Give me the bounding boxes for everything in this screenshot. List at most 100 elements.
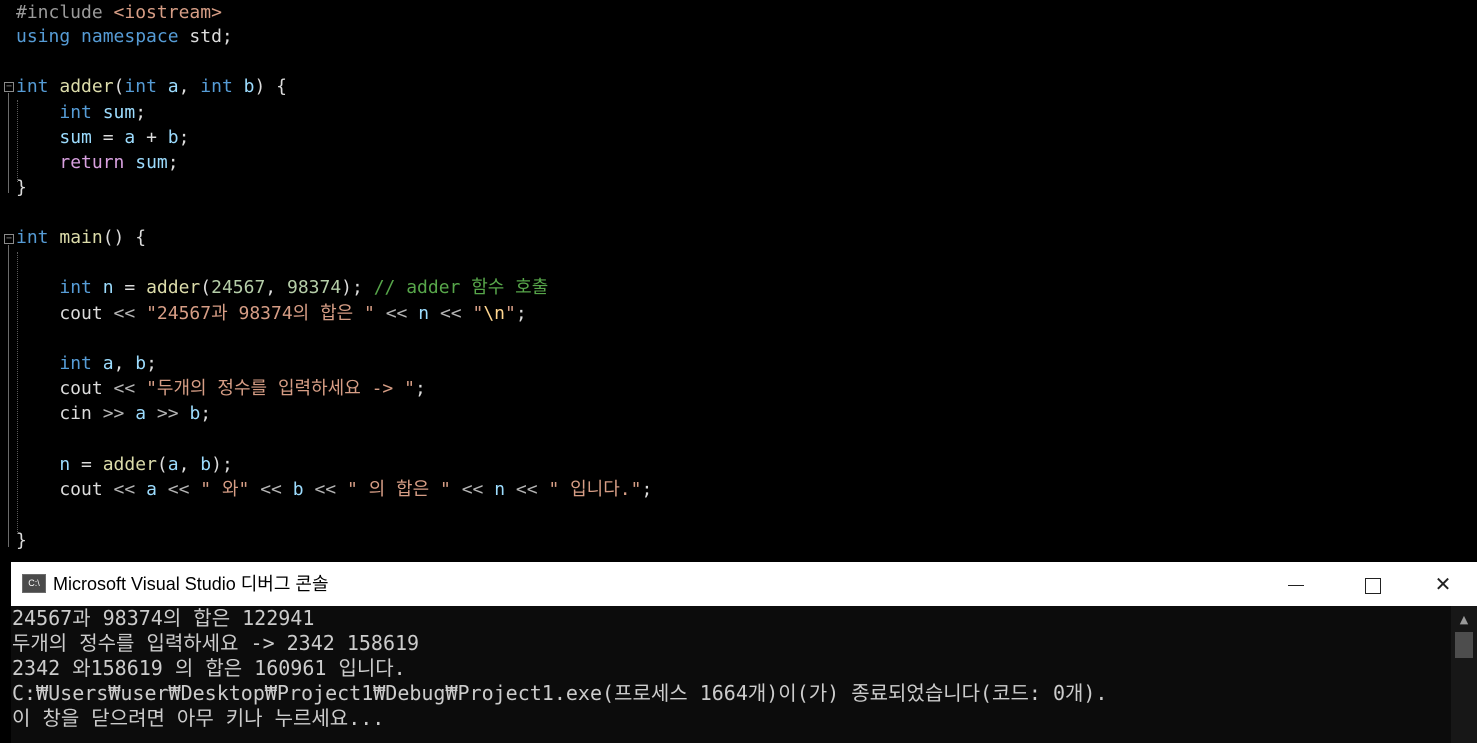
code-token: << xyxy=(314,479,337,500)
minimize-button[interactable] xyxy=(1261,562,1331,606)
collapse-icon[interactable]: − xyxy=(4,82,14,92)
code-token: ); xyxy=(341,277,374,298)
code-token: ( xyxy=(200,277,212,298)
console-output[interactable]: 24567과 98374의 합은 122941 두개의 정수를 입력하세요 ->… xyxy=(11,606,1451,743)
code-line[interactable]: using namespace std; xyxy=(16,24,233,49)
code-token: namespace xyxy=(81,26,179,47)
code-token: n xyxy=(494,479,506,500)
scroll-up-arrow-icon[interactable]: ▲ xyxy=(1451,610,1477,630)
code-line[interactable]: cout << "24567과 98374의 합은 " << n << "\n"… xyxy=(16,301,527,326)
window-title: Microsoft Visual Studio 디버그 콘솔 xyxy=(53,574,329,594)
code-token: >> xyxy=(102,403,125,424)
code-token: ) { xyxy=(254,76,287,97)
fold-region-line xyxy=(8,245,9,547)
close-button[interactable]: ✕ xyxy=(1408,562,1477,606)
debug-console-window[interactable]: C:\ Microsoft Visual Studio 디버그 콘솔 ✕ 245… xyxy=(11,562,1477,743)
code-line[interactable]: int n = adder(24567, 98374); // adder 함수… xyxy=(16,275,548,300)
code-token: main xyxy=(59,227,103,248)
code-token: int xyxy=(200,76,233,97)
code-token: ; xyxy=(146,353,157,374)
code-line[interactable]: sum = a + b; xyxy=(16,125,189,150)
collapse-icon[interactable]: − xyxy=(4,234,14,244)
maximize-button[interactable] xyxy=(1338,562,1408,606)
code-token: cout xyxy=(16,303,114,324)
code-token: ; xyxy=(515,303,527,324)
code-token: "두개의 정수를 입력하세요 -> " xyxy=(146,378,415,399)
code-token: adder xyxy=(59,76,114,97)
code-token: \n xyxy=(483,303,505,324)
code-token: << xyxy=(113,479,136,500)
code-line[interactable]: return sum; xyxy=(16,150,179,175)
code-token: a xyxy=(146,479,157,500)
code-token: cin xyxy=(16,403,103,424)
code-token: a xyxy=(102,353,114,374)
close-icon: ✕ xyxy=(1434,572,1452,596)
code-token: int xyxy=(16,227,49,248)
indent-guide xyxy=(17,252,18,534)
code-token: ; xyxy=(167,152,179,173)
code-token: std; xyxy=(178,26,233,47)
code-editor[interactable]: #include <iostream> using namespace std; i… xyxy=(0,0,1477,562)
vertical-scrollbar[interactable]: ▲ xyxy=(1451,606,1477,743)
code-token: n xyxy=(59,454,71,475)
code-line[interactable]: cout << a << " 와" << b << " 의 합은 " << n … xyxy=(16,477,652,502)
code-line[interactable]: int main() { xyxy=(16,225,146,250)
code-token: << xyxy=(113,303,136,324)
code-token: " 와" xyxy=(200,479,250,500)
code-line[interactable]: int adder(int a, int b) { xyxy=(16,74,287,99)
code-token: sum xyxy=(59,127,92,148)
code-token: >> xyxy=(156,403,179,424)
console-title-bar[interactable]: C:\ Microsoft Visual Studio 디버그 콘솔 ✕ xyxy=(11,562,1477,607)
code-token: + xyxy=(135,127,168,148)
code-token: ; xyxy=(200,403,212,424)
code-token: << xyxy=(167,479,190,500)
code-token: // adder 함수 호출 xyxy=(373,277,549,298)
code-token: ; xyxy=(641,479,653,500)
code-line[interactable]: #include <iostream> xyxy=(16,0,222,25)
code-token: int xyxy=(59,353,92,374)
code-line[interactable]: cout << "두개의 정수를 입력하세요 -> "; xyxy=(16,376,425,401)
code-token: ( xyxy=(113,76,125,97)
code-token: b xyxy=(292,479,304,500)
code-token: int xyxy=(16,76,49,97)
code-line[interactable]: n = adder(a, b); xyxy=(16,452,233,477)
code-token: sum xyxy=(102,102,136,123)
code-token: a xyxy=(167,454,179,475)
code-token: int xyxy=(59,277,92,298)
scrollbar-thumb[interactable] xyxy=(1455,632,1473,658)
code-token: b xyxy=(167,127,179,148)
maximize-icon xyxy=(1365,577,1381,594)
code-token: = xyxy=(113,277,147,298)
code-line[interactable]: cin >> a >> b; xyxy=(16,401,211,426)
code-token: using xyxy=(16,26,71,47)
code-token: " xyxy=(505,303,516,324)
code-token: ); xyxy=(211,454,233,475)
code-token: adder xyxy=(102,454,157,475)
code-line[interactable]: int sum; xyxy=(16,100,146,125)
code-token: return xyxy=(59,152,125,173)
code-line[interactable]: int a, b; xyxy=(16,351,157,376)
